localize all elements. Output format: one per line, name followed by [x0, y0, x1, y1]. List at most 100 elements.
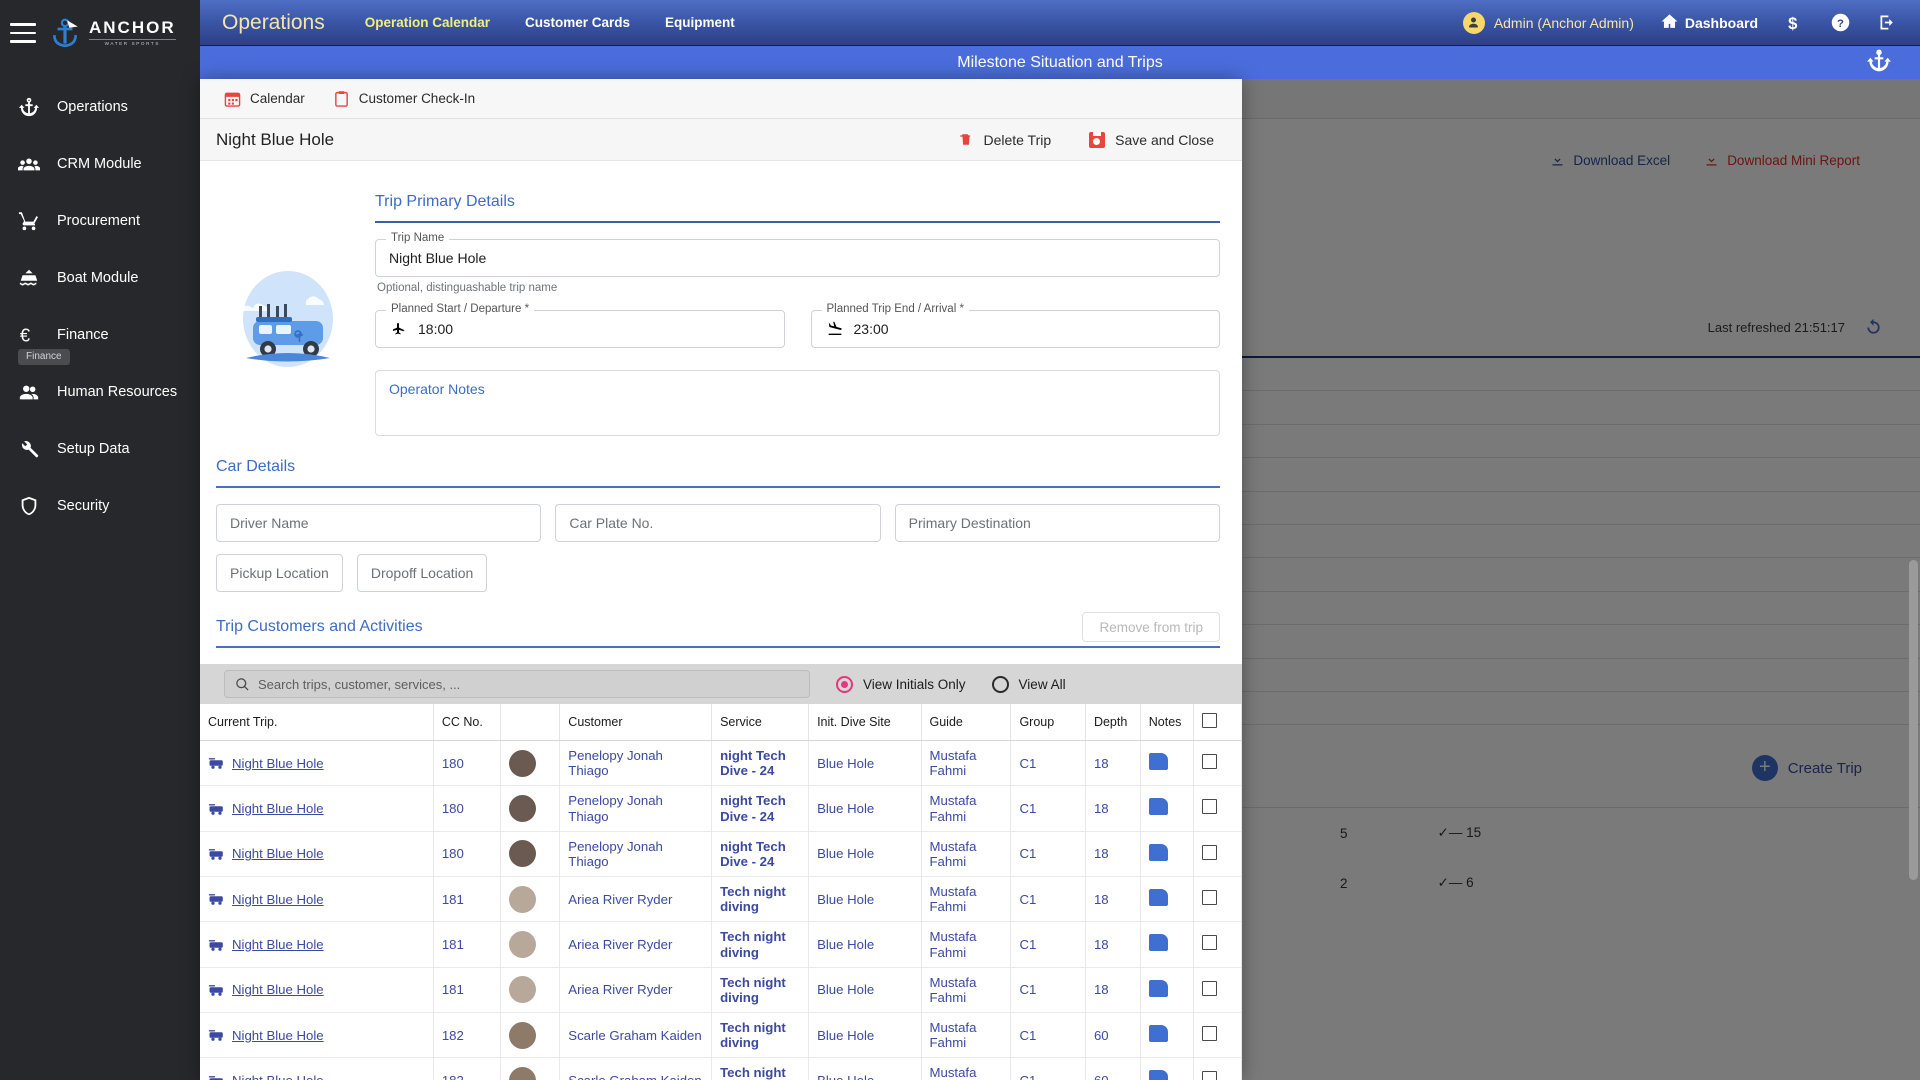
row-checkbox[interactable]: [1202, 890, 1218, 906]
user-menu[interactable]: Admin (Anchor Admin): [1462, 11, 1634, 34]
cell-notes[interactable]: [1140, 740, 1195, 787]
cell-service[interactable]: Tech night diving: [711, 921, 810, 968]
search-input[interactable]: Search trips, customer, services, ...: [224, 670, 810, 698]
sidebar-item-crm-module[interactable]: CRM Module: [0, 135, 200, 192]
table-row[interactable]: Night Blue Hole 181 Ariea River Ryder Tech …: [200, 876, 1242, 923]
cell-select[interactable]: [1193, 921, 1242, 968]
cell-notes[interactable]: [1140, 1012, 1195, 1059]
trip-link[interactable]: Night Blue Hole: [232, 801, 324, 816]
table-row[interactable]: Night Blue Hole 181 Ariea River Ryder Tech …: [200, 967, 1242, 1014]
cell-select[interactable]: [1193, 967, 1242, 1014]
view-initials-radio[interactable]: View Initials Only: [836, 675, 966, 693]
row-checkbox[interactable]: [1202, 844, 1218, 860]
table-row[interactable]: Night Blue Hole 180 Penelopy Jonah Thiago n…: [200, 785, 1242, 832]
cell-select[interactable]: [1193, 1012, 1242, 1059]
cell-customer[interactable]: Ariea River Ryder: [559, 921, 713, 968]
cell-notes[interactable]: [1140, 967, 1195, 1014]
operator-notes-field[interactable]: Operator Notes: [375, 370, 1220, 436]
cell-select[interactable]: [1193, 876, 1242, 923]
row-checkbox[interactable]: [1202, 1071, 1218, 1080]
table-row[interactable]: Night Blue Hole 180 Penelopy Jonah Thiago n…: [200, 740, 1242, 787]
customer-checkin-tool-button[interactable]: Customer Check-In: [333, 90, 475, 108]
select-all-checkbox[interactable]: [1202, 713, 1218, 728]
row-checkbox[interactable]: [1202, 935, 1218, 951]
cell-service[interactable]: Tech night diving: [711, 967, 810, 1014]
notes-file-icon[interactable]: [1148, 934, 1168, 952]
cell-notes[interactable]: [1140, 921, 1195, 968]
remove-from-trip-button[interactable]: Remove from trip: [1082, 612, 1220, 642]
nav-link-operation-calendar[interactable]: Operation Calendar: [365, 15, 490, 30]
cell-service[interactable]: Tech night diving: [711, 1012, 810, 1059]
page-scrollbar[interactable]: [1909, 560, 1918, 880]
cell-service[interactable]: night Tech Dive - 24: [711, 740, 810, 787]
nav-link-customer-cards[interactable]: Customer Cards: [525, 15, 630, 30]
sidebar-item-setup-data[interactable]: Setup Data: [0, 420, 200, 477]
cell-notes[interactable]: [1140, 876, 1195, 923]
cell-service[interactable]: night Tech Dive - 24: [711, 785, 810, 832]
driver-name-input[interactable]: Driver Name: [216, 504, 542, 542]
trip-link[interactable]: Night Blue Hole: [232, 756, 324, 771]
cell-customer[interactable]: Ariea River Ryder: [559, 967, 713, 1014]
row-checkbox[interactable]: [1202, 980, 1218, 996]
trip-link[interactable]: Night Blue Hole: [232, 1073, 324, 1080]
hamburger-menu-icon[interactable]: [10, 23, 36, 43]
cell-service[interactable]: Tech night diving: [711, 1057, 810, 1080]
logout-icon[interactable]: [1877, 12, 1898, 33]
delete-trip-button[interactable]: Delete Trip: [959, 131, 1051, 148]
primary-destination-input[interactable]: Primary Destination: [894, 504, 1220, 542]
cell-select[interactable]: [1193, 831, 1242, 878]
trip-link[interactable]: Night Blue Hole: [232, 937, 324, 952]
trip-name-field[interactable]: Trip Name Night Blue Hole: [375, 232, 1220, 277]
trip-link[interactable]: Night Blue Hole: [232, 1028, 324, 1043]
table-row[interactable]: Night Blue Hole 181 Ariea River Ryder Tech …: [200, 921, 1242, 968]
save-and-close-button[interactable]: Save and Close: [1089, 131, 1214, 148]
sidebar-item-procurement[interactable]: Procurement: [0, 192, 200, 249]
cell-notes[interactable]: [1140, 785, 1195, 832]
notes-file-icon[interactable]: [1148, 889, 1168, 907]
trip-link[interactable]: Night Blue Hole: [232, 846, 324, 861]
notes-file-icon[interactable]: [1148, 843, 1168, 861]
help-icon[interactable]: ?: [1830, 12, 1851, 33]
planned-end-field[interactable]: Planned Trip End / Arrival * 23:00: [810, 303, 1220, 348]
anchor-icon[interactable]: [1866, 47, 1892, 78]
dashboard-link[interactable]: Dashboard: [1660, 12, 1758, 34]
cell-select[interactable]: [1193, 785, 1242, 832]
cell-select[interactable]: [1193, 1057, 1242, 1080]
dropoff-location-input[interactable]: Dropoff Location: [356, 554, 488, 592]
notes-file-icon[interactable]: [1148, 979, 1168, 997]
cell-customer[interactable]: Ariea River Ryder: [559, 876, 713, 923]
notes-file-icon[interactable]: [1148, 753, 1168, 771]
cell-notes[interactable]: [1140, 1057, 1195, 1080]
nav-link-equipment[interactable]: Equipment: [665, 15, 735, 30]
planned-start-field[interactable]: Planned Start / Departure * 18:00: [375, 303, 785, 348]
car-plate-input[interactable]: Car Plate No.: [555, 504, 881, 542]
cell-service[interactable]: night Tech Dive - 24: [711, 831, 810, 878]
row-checkbox[interactable]: [1202, 799, 1218, 815]
cell-customer[interactable]: Scarle Graham Kaiden: [559, 1012, 713, 1059]
cell-customer[interactable]: Penelopy Jonah Thiago: [559, 831, 713, 878]
sidebar-item-boat-module[interactable]: Boat Module: [0, 249, 200, 306]
cell-notes[interactable]: [1140, 831, 1195, 878]
table-row[interactable]: Night Blue Hole 182 Scarle Graham KaidenTe…: [200, 1012, 1242, 1059]
table-row[interactable]: Night Blue Hole 182 Scarle Graham KaidenTe…: [200, 1057, 1242, 1080]
radio-initials-icon[interactable]: [836, 675, 853, 693]
view-all-radio[interactable]: View All: [991, 675, 1066, 693]
notes-file-icon[interactable]: [1148, 1025, 1168, 1043]
trip-link[interactable]: Night Blue Hole: [232, 982, 324, 997]
cell-service[interactable]: Tech night diving: [711, 876, 810, 923]
cell-select[interactable]: [1193, 740, 1242, 787]
row-checkbox[interactable]: [1202, 1026, 1218, 1042]
currency-icon[interactable]: $: [1784, 13, 1804, 33]
table-row[interactable]: Night Blue Hole 180 Penelopy Jonah Thiago n…: [200, 831, 1242, 878]
notes-file-icon[interactable]: [1148, 1070, 1168, 1080]
sidebar-item-operations[interactable]: Operations: [0, 78, 200, 135]
trip-link[interactable]: Night Blue Hole: [232, 892, 324, 907]
sidebar-item-security[interactable]: Security: [0, 477, 200, 534]
radio-all-icon[interactable]: [991, 675, 1009, 693]
cell-customer[interactable]: Penelopy Jonah Thiago: [559, 740, 713, 787]
cell-customer[interactable]: Scarle Graham Kaiden: [559, 1057, 713, 1080]
calendar-tool-button[interactable]: Calendar: [224, 90, 305, 108]
row-checkbox[interactable]: [1202, 754, 1218, 770]
notes-file-icon[interactable]: [1148, 798, 1168, 816]
cell-customer[interactable]: Penelopy Jonah Thiago: [559, 785, 713, 832]
